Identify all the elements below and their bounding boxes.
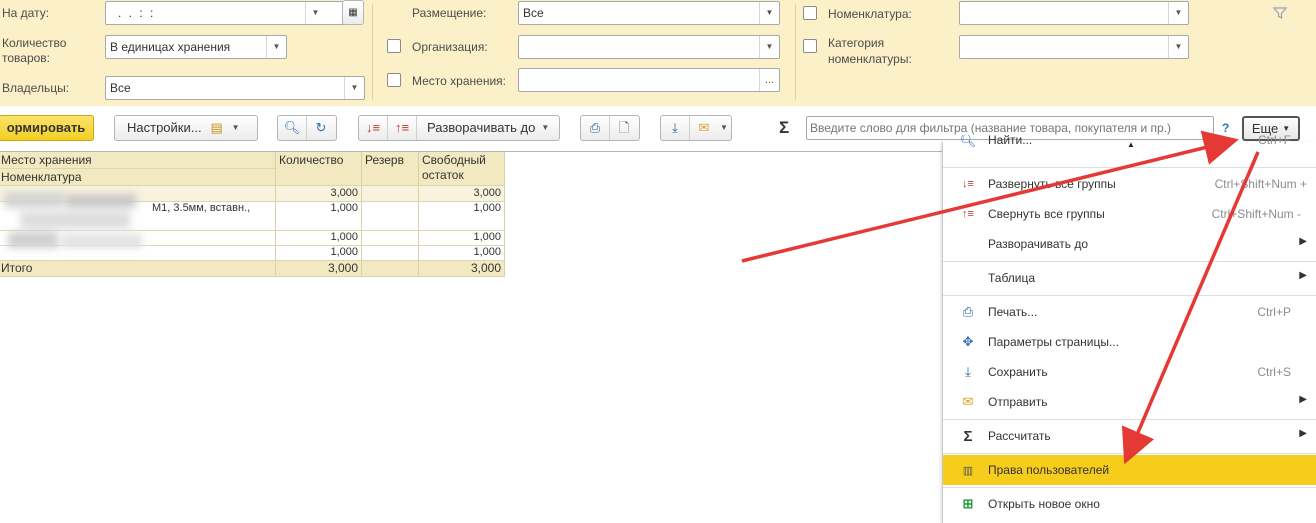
arrow-to-user-rights [1121, 151, 1260, 465]
annotation-arrows [741, 130, 1260, 465]
arrow-to-more-button [741, 130, 1239, 263]
